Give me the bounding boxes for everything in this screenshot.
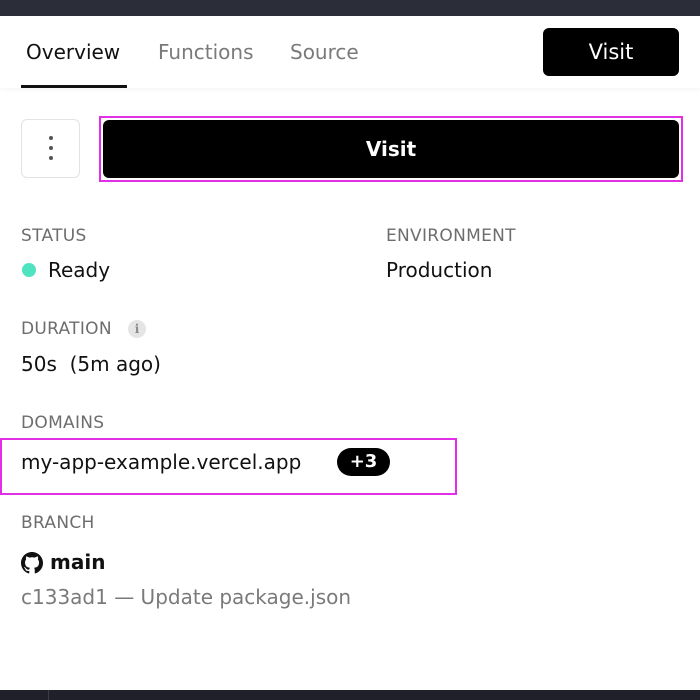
window-top-bar (0, 0, 700, 16)
status-value: Ready (48, 258, 111, 282)
environment-label: ENVIRONMENT (386, 226, 516, 246)
visit-button[interactable]: Visit (103, 120, 679, 178)
github-icon (21, 552, 43, 574)
domains-label: DOMAINS (21, 413, 105, 433)
duration-label: DURATION (21, 319, 112, 339)
duration-value: 50s (5m ago) (21, 352, 161, 376)
status-indicator-dot (22, 263, 36, 277)
tab-functions[interactable]: Functions (158, 40, 254, 64)
branch-name[interactable]: main (50, 550, 105, 574)
more-actions-button[interactable] (21, 119, 80, 178)
info-icon[interactable]: i (128, 320, 146, 338)
tab-overview[interactable]: Overview (26, 40, 120, 64)
active-tab-indicator (21, 85, 127, 88)
tab-source[interactable]: Source (290, 40, 359, 64)
window-bottom-bar (0, 690, 700, 700)
branch-label: BRANCH (21, 513, 95, 533)
status-label: STATUS (21, 226, 87, 246)
primary-domain-link[interactable]: my-app-example.vercel.app (21, 450, 301, 474)
more-domains-badge[interactable]: +3 (337, 448, 390, 476)
commit-message[interactable]: c133ad1 — Update package.json (21, 585, 351, 609)
header-visit-button[interactable]: Visit (543, 28, 679, 76)
deployment-navbar: Overview Functions Source Visit (0, 16, 700, 88)
environment-value: Production (386, 258, 493, 282)
